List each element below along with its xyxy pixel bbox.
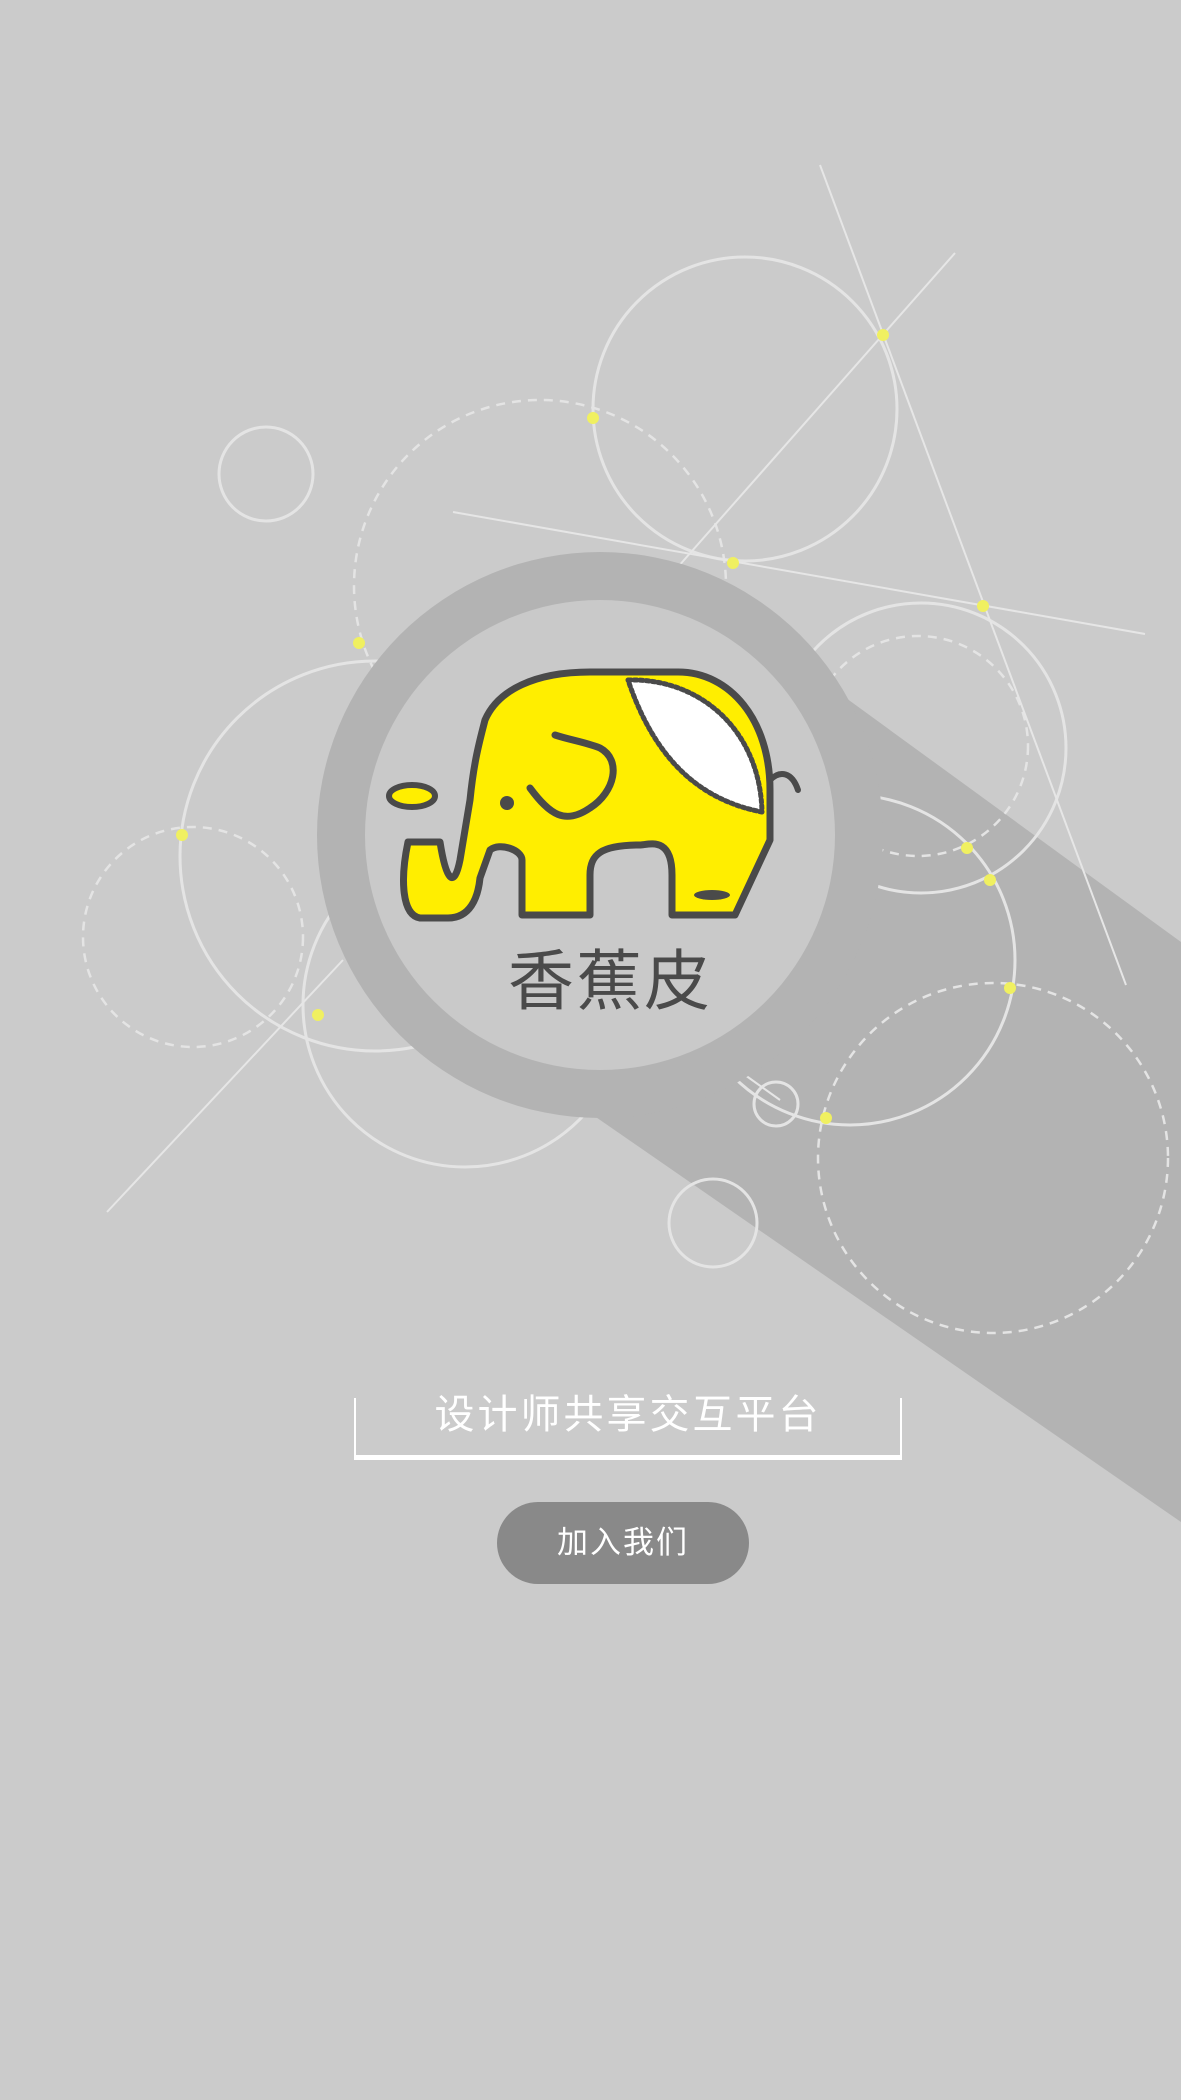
tagline-text: 设计师共享交互平台 xyxy=(434,1392,822,1438)
elephant-foot-mark xyxy=(694,890,730,900)
decorative-background xyxy=(81,164,1181,1522)
tagline-frame: 设计师共享交互平台 xyxy=(354,1392,902,1460)
brand-name: 香蕉皮 xyxy=(508,943,712,1020)
join-us-button[interactable]: 加入我们 xyxy=(497,1502,749,1584)
elephant-tusk xyxy=(386,782,438,810)
elephant-eye xyxy=(500,796,514,810)
splash-screen: 香蕉皮 设计师共享交互平台 加入我们 xyxy=(0,0,1181,2100)
